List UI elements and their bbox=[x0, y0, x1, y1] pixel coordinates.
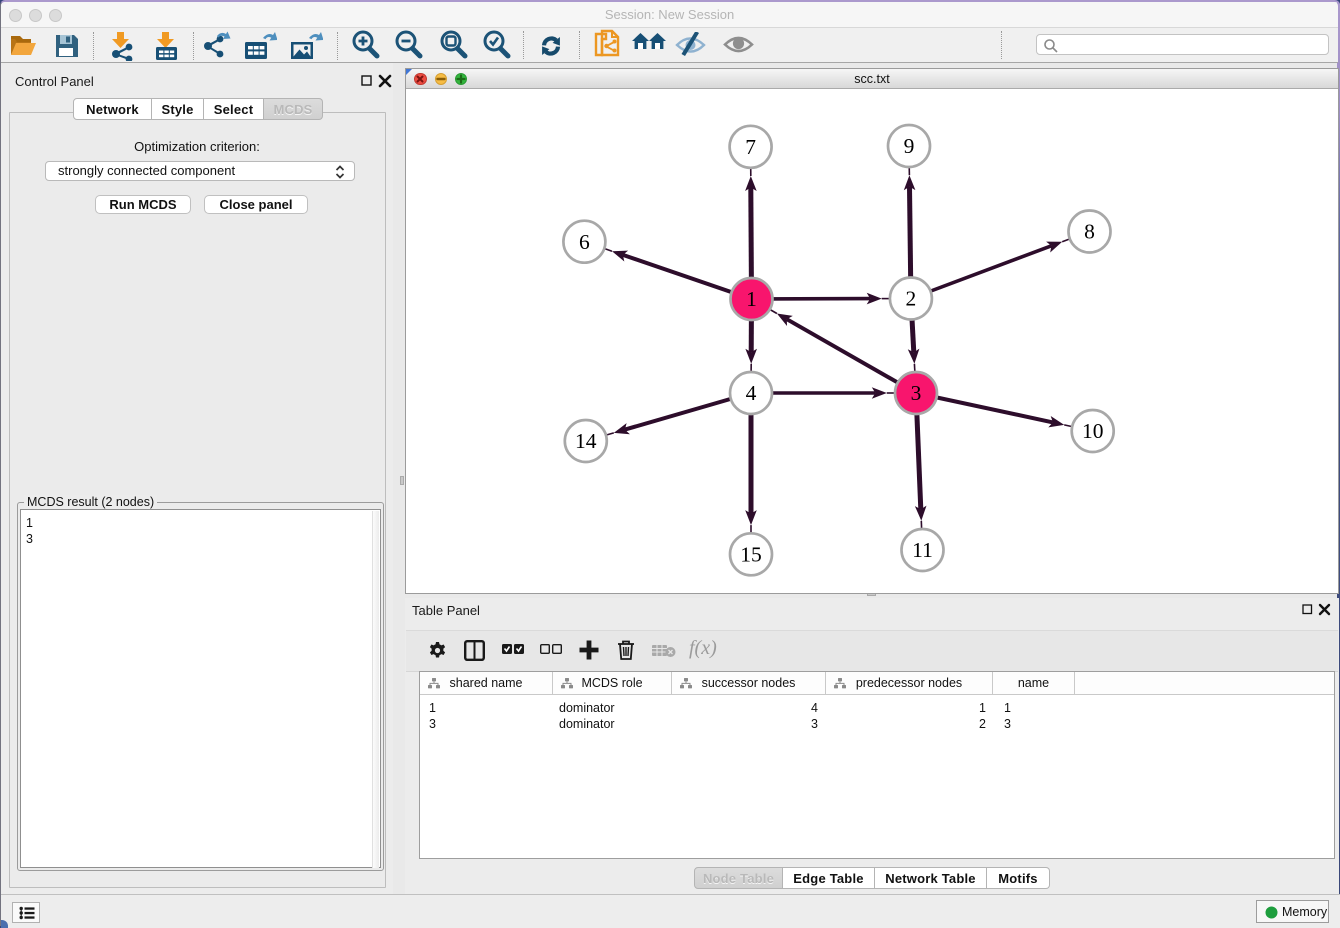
svg-text:4: 4 bbox=[746, 381, 757, 405]
svg-text:8: 8 bbox=[1084, 220, 1095, 244]
svg-text:11: 11 bbox=[912, 538, 933, 562]
svg-text:7: 7 bbox=[745, 135, 756, 159]
svg-text:15: 15 bbox=[740, 543, 762, 567]
svg-text:6: 6 bbox=[579, 230, 590, 254]
svg-text:14: 14 bbox=[575, 429, 597, 453]
svg-text:10: 10 bbox=[1082, 419, 1104, 443]
svg-text:2: 2 bbox=[906, 287, 917, 311]
svg-text:3: 3 bbox=[911, 381, 922, 405]
svg-text:9: 9 bbox=[904, 134, 915, 158]
svg-text:1: 1 bbox=[746, 287, 757, 311]
